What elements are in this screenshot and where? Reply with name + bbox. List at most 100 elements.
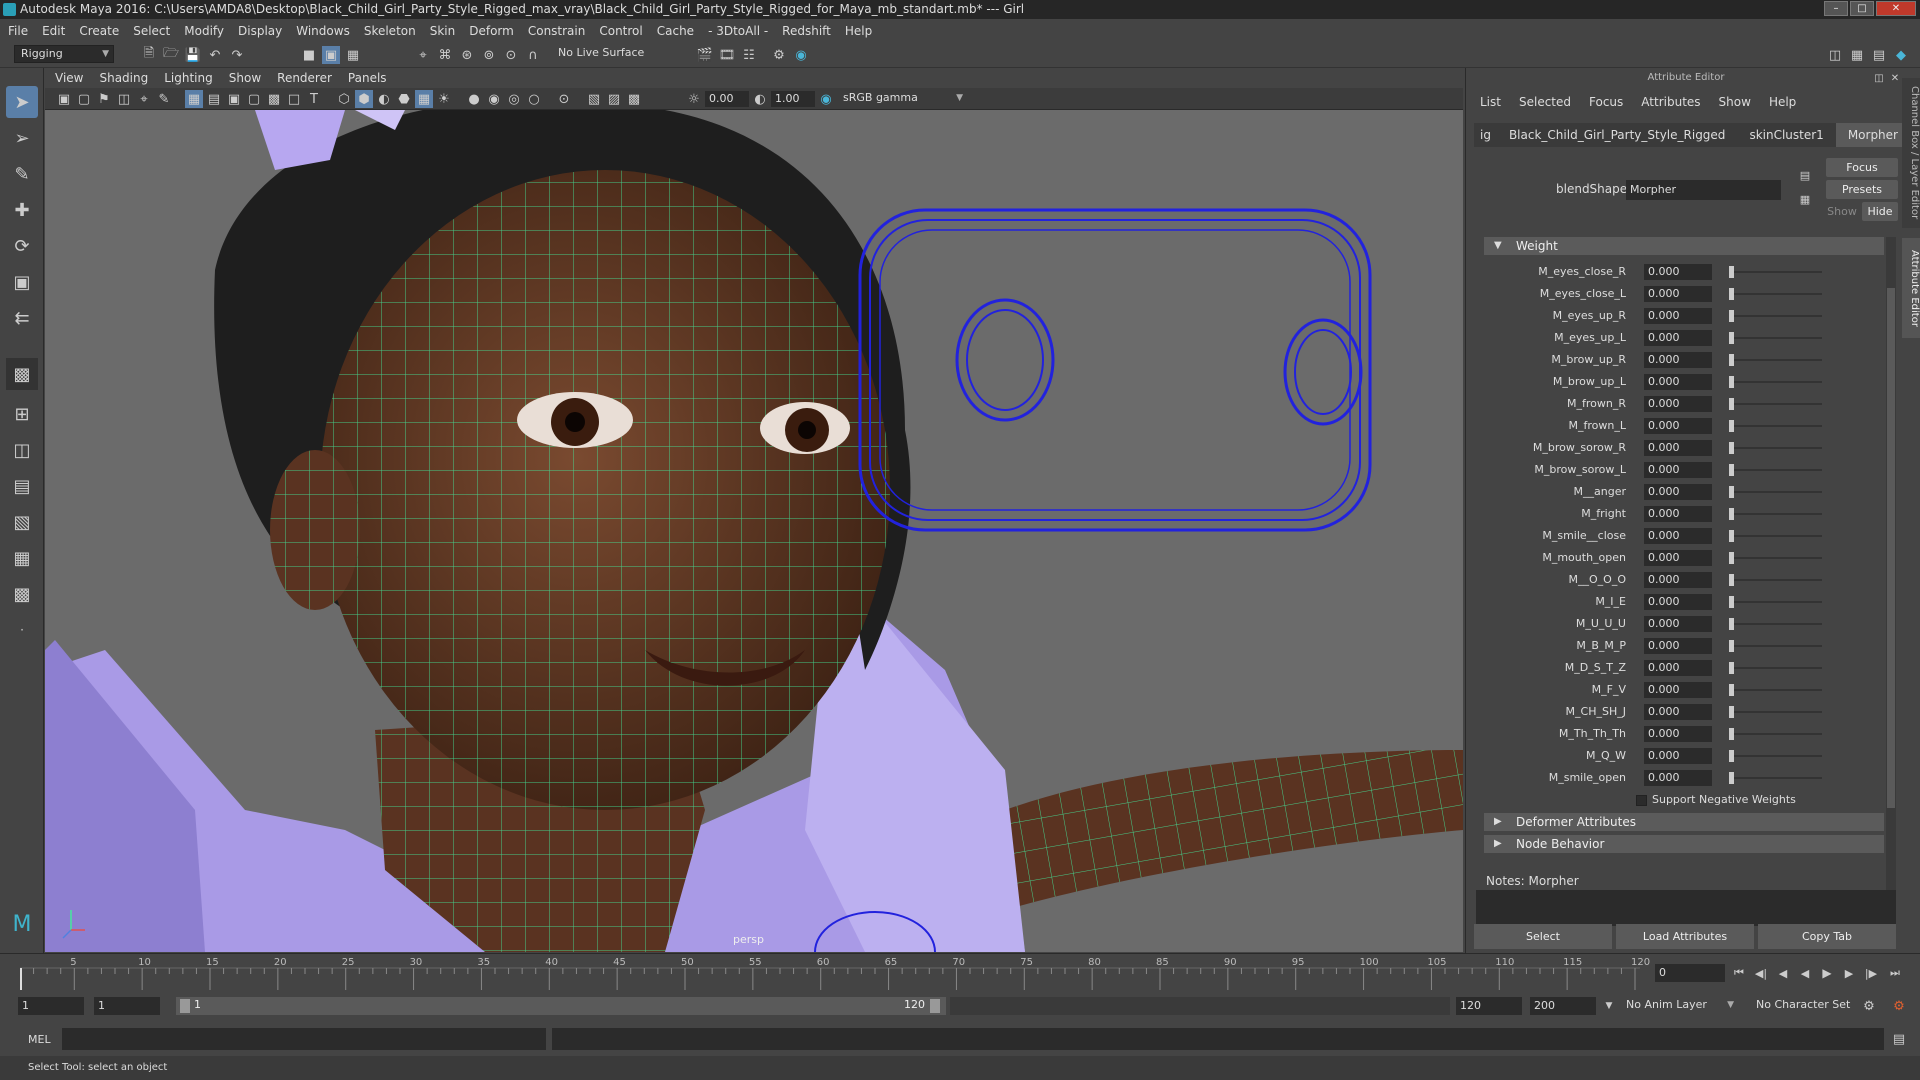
- snap-surface-icon[interactable]: ⊙: [502, 46, 520, 64]
- current-time-marker[interactable]: [20, 968, 22, 990]
- tab-black-child-girl[interactable]: Black_Child_Girl_Party_Style_Rigged: [1497, 123, 1737, 147]
- weight-slider-handle[interactable]: [1729, 376, 1734, 388]
- weight-value-field[interactable]: 0.000: [1644, 704, 1712, 720]
- persp-graph-layout-icon[interactable]: ▤: [6, 470, 38, 502]
- weight-slider-handle[interactable]: [1729, 420, 1734, 432]
- weight-slider-handle[interactable]: [1729, 706, 1734, 718]
- weight-slider-track[interactable]: [1730, 337, 1822, 339]
- ipr-render-icon[interactable]: ☷: [740, 46, 758, 64]
- step-back-frame-icon[interactable]: ◀|: [1752, 964, 1770, 982]
- smooth-shade-icon[interactable]: ⬢: [355, 90, 373, 108]
- snap-grid-icon[interactable]: ⌖: [414, 46, 432, 64]
- playback-end-field[interactable]: 120: [1456, 997, 1522, 1015]
- show-button[interactable]: Show: [1826, 202, 1858, 221]
- attribute-editor-side-tab[interactable]: Attribute Editor: [1902, 238, 1920, 338]
- current-frame-field[interactable]: 0: [1655, 964, 1725, 982]
- camera-attributes-icon[interactable]: ▢: [75, 90, 93, 108]
- weight-slider-track[interactable]: [1730, 491, 1822, 493]
- range-handle-end[interactable]: [930, 999, 940, 1013]
- weight-value-field[interactable]: 0.000: [1644, 638, 1712, 654]
- render-frame-icon[interactable]: 🎬: [696, 46, 714, 64]
- weight-slider-track[interactable]: [1730, 425, 1822, 427]
- redo-icon[interactable]: ↷: [228, 46, 246, 64]
- weight-value-field[interactable]: 0.000: [1644, 286, 1712, 302]
- step-forward-key-icon[interactable]: ▶: [1840, 964, 1858, 982]
- perspective-viewport[interactable]: persp: [45, 110, 1463, 952]
- maximize-button[interactable]: □: [1850, 1, 1874, 16]
- weight-value-field[interactable]: 0.000: [1644, 308, 1712, 324]
- gamma-field[interactable]: 1.00: [771, 91, 815, 107]
- weight-slider-track[interactable]: [1730, 667, 1822, 669]
- wireframe-on-shaded-icon[interactable]: ⬣: [395, 90, 413, 108]
- weight-slider-handle[interactable]: [1729, 442, 1734, 454]
- layout-modeling-icon[interactable]: ◫: [1826, 46, 1844, 64]
- persp-outliner-layout-icon[interactable]: ◫: [6, 434, 38, 466]
- character-set-dropdown[interactable]: No Character Set: [1750, 997, 1868, 1015]
- weight-slider-handle[interactable]: [1729, 596, 1734, 608]
- hide-button[interactable]: Hide: [1862, 202, 1898, 221]
- weight-value-field[interactable]: 0.000: [1644, 352, 1712, 368]
- menu-display[interactable]: Display: [238, 24, 282, 38]
- weight-value-field[interactable]: 0.000: [1644, 550, 1712, 566]
- weight-value-field[interactable]: 0.000: [1644, 418, 1712, 434]
- menu-select[interactable]: Select: [133, 24, 170, 38]
- command-input[interactable]: [62, 1028, 546, 1050]
- weight-slider-handle[interactable]: [1729, 552, 1734, 564]
- weight-slider-handle[interactable]: [1729, 618, 1734, 630]
- safe-action-icon[interactable]: □: [285, 90, 303, 108]
- weight-slider-track[interactable]: [1730, 755, 1822, 757]
- weight-slider-handle[interactable]: [1729, 486, 1734, 498]
- weight-value-field[interactable]: 0.000: [1644, 462, 1712, 478]
- weight-slider-track[interactable]: [1730, 381, 1822, 383]
- panel-menu-renderer[interactable]: Renderer: [277, 71, 332, 85]
- gate-mask-icon[interactable]: ▢: [245, 90, 263, 108]
- panel-menu-show[interactable]: Show: [229, 71, 261, 85]
- snap-view-icon[interactable]: ⊚: [480, 46, 498, 64]
- new-scene-icon[interactable]: 🗎: [140, 46, 158, 64]
- range-slider[interactable]: 1 120: [176, 997, 946, 1015]
- weight-value-field[interactable]: 0.000: [1644, 572, 1712, 588]
- snap-point-icon[interactable]: ⊛: [458, 46, 476, 64]
- weight-slider-handle[interactable]: [1729, 398, 1734, 410]
- weight-value-field[interactable]: 0.000: [1644, 374, 1712, 390]
- grease-pencil-icon[interactable]: ✎: [155, 90, 173, 108]
- weight-slider-handle[interactable]: [1729, 530, 1734, 542]
- menu-deform[interactable]: Deform: [469, 24, 514, 38]
- step-forward-frame-icon[interactable]: |▶: [1862, 964, 1880, 982]
- shadows-icon[interactable]: ●: [465, 90, 483, 108]
- ae-menu-attributes[interactable]: Attributes: [1641, 95, 1700, 109]
- weight-value-field[interactable]: 0.000: [1644, 528, 1712, 544]
- weight-slider-handle[interactable]: [1729, 640, 1734, 652]
- tab-rig[interactable]: ig: [1474, 123, 1497, 147]
- notes-field[interactable]: [1476, 890, 1896, 926]
- channel-box-side-tab[interactable]: Channel Box / Layer Editor: [1902, 78, 1920, 228]
- move-tool-icon[interactable]: ✚: [6, 194, 38, 226]
- last-tool-icon[interactable]: ⇇: [6, 302, 38, 334]
- scale-tool-icon[interactable]: ▣: [6, 266, 38, 298]
- exposure-icon[interactable]: ☼: [685, 90, 703, 108]
- menu-constrain[interactable]: Constrain: [528, 24, 586, 38]
- menu-redshift[interactable]: Redshift: [782, 24, 831, 38]
- animation-end-field[interactable]: 200: [1530, 997, 1596, 1015]
- camera-select-icon[interactable]: ▣: [55, 90, 73, 108]
- weight-slider-handle[interactable]: [1729, 772, 1734, 784]
- rotate-tool-icon[interactable]: ⟳: [6, 230, 38, 262]
- magnet-icon[interactable]: ∩: [524, 46, 542, 64]
- weight-value-field[interactable]: 0.000: [1644, 594, 1712, 610]
- weight-slider-handle[interactable]: [1729, 310, 1734, 322]
- time-slider[interactable]: 5 10 15 20 25 30 35 40 45 50 55 60 65 70 75 80 85 90 95 100…: [0, 953, 1920, 993]
- isolate-select-icon[interactable]: ⊙: [555, 90, 573, 108]
- gamma-icon[interactable]: ◐: [751, 90, 769, 108]
- node-behavior-header[interactable]: ▶ Node Behavior: [1484, 835, 1884, 853]
- panel-menu-view[interactable]: View: [55, 71, 83, 85]
- go-to-input-icon[interactable]: ▤: [1796, 166, 1814, 184]
- weight-slider-handle[interactable]: [1729, 684, 1734, 696]
- weight-slider-handle[interactable]: [1729, 750, 1734, 762]
- menu-create[interactable]: Create: [79, 24, 119, 38]
- weight-value-field[interactable]: 0.000: [1644, 660, 1712, 676]
- weight-slider-track[interactable]: [1730, 557, 1822, 559]
- tab-skincluster1[interactable]: skinCluster1: [1737, 123, 1835, 147]
- save-scene-icon[interactable]: 💾: [184, 46, 202, 64]
- weight-value-field[interactable]: 0.000: [1644, 726, 1712, 742]
- chevron-down-icon[interactable]: ▼: [1600, 997, 1618, 1015]
